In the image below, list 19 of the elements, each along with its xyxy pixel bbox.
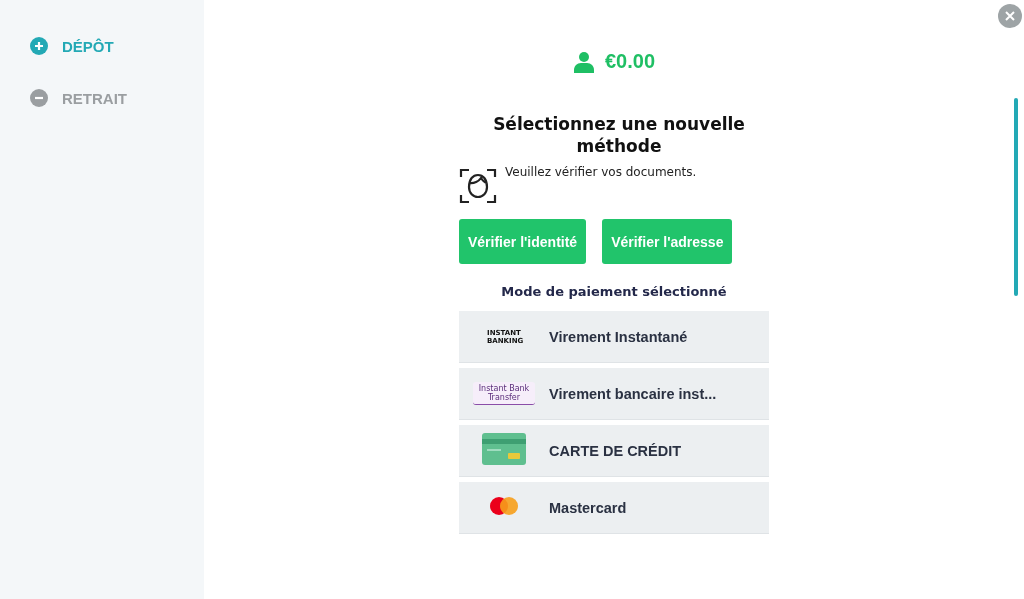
method-label: Virement bancaire inst... bbox=[549, 385, 717, 402]
method-label: Mastercard bbox=[549, 499, 627, 516]
plus-icon bbox=[30, 37, 48, 55]
close-icon bbox=[1004, 10, 1016, 22]
user-icon bbox=[572, 50, 595, 73]
logo-text: Instant Bank Transfer bbox=[473, 382, 535, 405]
face-scan-icon bbox=[459, 167, 497, 205]
minus-icon bbox=[30, 89, 48, 107]
balance-amount: €0.00 bbox=[604, 50, 656, 73]
section-heading: Sélectionnez une nouvelle méthode bbox=[492, 113, 746, 157]
payment-method[interactable]: Instant Bank Transfer Virement bancaire inst... bbox=[459, 368, 769, 420]
method-label: Virement Instantané bbox=[549, 328, 688, 345]
close-button[interactable] bbox=[998, 4, 1022, 28]
notice-text: Veuillez vérifier vos documents. bbox=[505, 165, 697, 179]
methods-title: Mode de paiement sélectionné bbox=[501, 284, 727, 299]
payment-method[interactable]: CARTE DE CRÉDIT bbox=[459, 425, 769, 477]
payment-method[interactable]: Mastercard bbox=[459, 482, 769, 534]
scrollbar[interactable] bbox=[1014, 98, 1018, 296]
method-label: CARTE DE CRÉDIT bbox=[549, 442, 682, 459]
